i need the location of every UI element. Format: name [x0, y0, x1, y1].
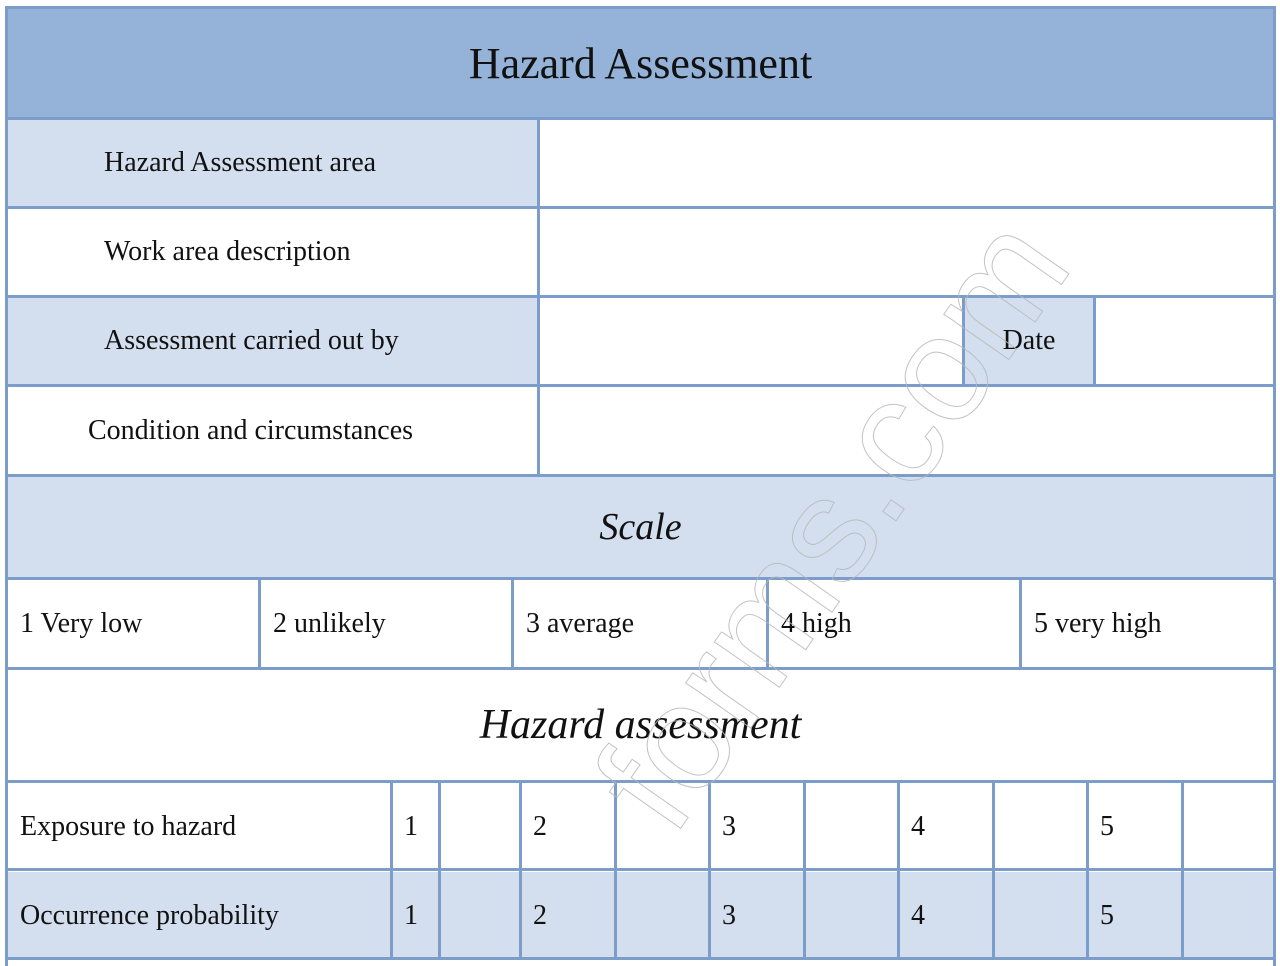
scale-level-3: 3 average [514, 580, 766, 667]
label-date: Date [965, 298, 1093, 384]
rating-checkbox-4[interactable] [994, 872, 1086, 959]
rating-checkbox-4[interactable] [994, 783, 1086, 870]
assessment-row-label: Exposure to hazard [8, 783, 390, 870]
rating-checkbox-1[interactable] [440, 783, 519, 870]
form-title: Hazard Assessment [8, 9, 1273, 118]
rating-checkbox-2[interactable] [616, 783, 708, 870]
scale-level-4: 4 high [769, 580, 1019, 667]
divider [1181, 783, 1184, 960]
rating-checkbox-3[interactable] [805, 783, 897, 870]
rating-number-5: 5 [1088, 872, 1181, 959]
divider [962, 298, 965, 384]
label-condition-and-circumstances: Condition and circumstances [8, 387, 537, 474]
scale-level-2: 2 unlikely [261, 580, 511, 667]
assessment-row-label: Occurrence probability [8, 872, 390, 959]
rating-checkbox-5[interactable] [1183, 783, 1273, 870]
scale-level-1: 1 Very low [8, 580, 258, 667]
work-area-description-input[interactable] [540, 209, 1273, 295]
rating-checkbox-5[interactable] [1183, 872, 1273, 959]
divider [1093, 298, 1096, 384]
rating-number-2: 2 [521, 783, 614, 870]
rating-number-4: 4 [899, 872, 992, 959]
condition-and-circumstances-input[interactable] [540, 387, 1273, 474]
label-assessment-carried-out-by: Assessment carried out by [8, 298, 537, 384]
scale-level-5: 5 very high [1022, 580, 1273, 667]
rating-number-2: 2 [521, 872, 614, 959]
rating-checkbox-1[interactable] [440, 872, 519, 959]
divider [519, 783, 522, 960]
rating-number-1: 1 [392, 872, 438, 959]
divider [390, 783, 393, 960]
rating-number-3: 3 [710, 872, 803, 959]
rating-checkbox-2[interactable] [616, 872, 708, 959]
rating-checkbox-3[interactable] [805, 872, 897, 959]
date-input[interactable] [1096, 298, 1273, 384]
hazard-assessment-area-input[interactable] [540, 120, 1273, 206]
label-work-area-description: Work area description [8, 209, 537, 295]
scale-heading: Scale [8, 477, 1273, 577]
divider [537, 120, 540, 477]
divider [992, 783, 995, 960]
divider [438, 783, 441, 960]
hazard-assessment-heading: Hazard assessment [8, 670, 1273, 780]
divider [614, 783, 617, 960]
rating-number-5: 5 [1088, 783, 1181, 870]
divider [1086, 783, 1089, 960]
divider [897, 783, 900, 960]
rating-number-3: 3 [710, 783, 803, 870]
label-hazard-assessment-area: Hazard Assessment area [8, 120, 537, 206]
assessment-carried-out-by-input[interactable] [540, 298, 962, 384]
divider [803, 783, 806, 960]
divider [708, 783, 711, 960]
rating-number-1: 1 [392, 783, 438, 870]
rating-number-4: 4 [899, 783, 992, 870]
